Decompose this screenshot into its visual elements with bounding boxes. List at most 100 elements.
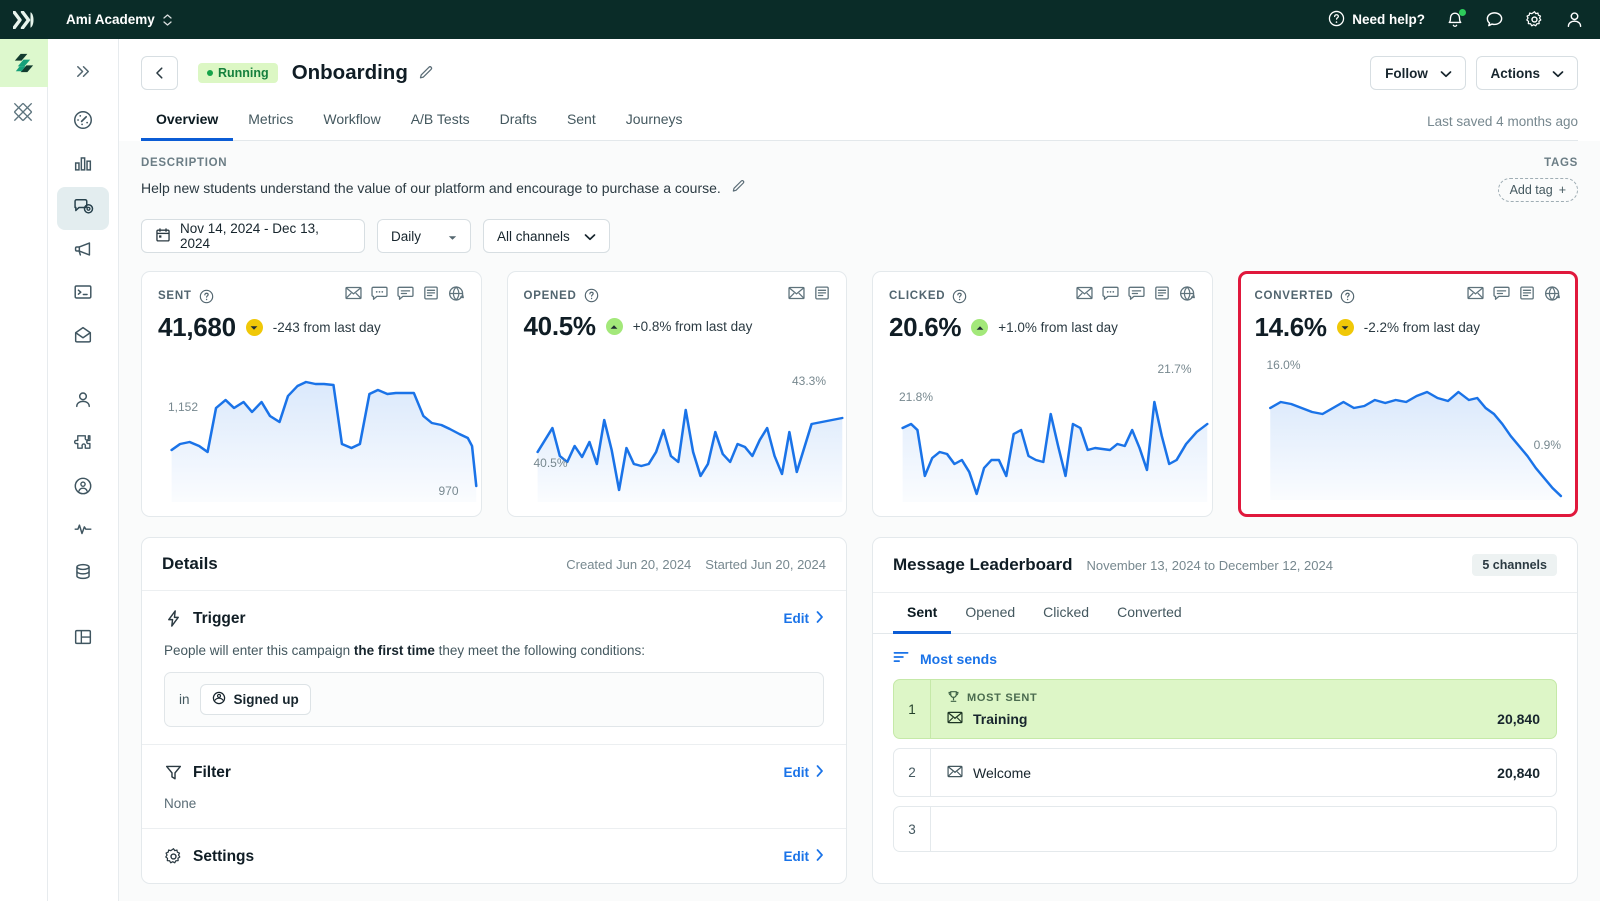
leaderboard-row-2[interactable]: 2 Welcome 20,840 xyxy=(893,748,1557,797)
date-range-picker[interactable]: Nov 14, 2024 - Dec 13, 2024 xyxy=(141,219,365,253)
tab-workflow[interactable]: Workflow xyxy=(308,104,395,141)
calendar-icon xyxy=(155,227,171,246)
user-icon[interactable] xyxy=(1565,10,1584,29)
leaderboard-tab-clicked[interactable]: Clicked xyxy=(1029,593,1103,634)
help-circle-icon[interactable] xyxy=(1340,289,1355,304)
email-icon xyxy=(344,286,362,306)
leaderboard-tab-converted[interactable]: Converted xyxy=(1103,593,1196,634)
tab-bar: Overview Metrics Workflow A/B Tests Draf… xyxy=(141,104,1578,141)
leaderboard-row-1[interactable]: 1 MOST SENT Training 20,840 xyxy=(893,679,1557,739)
date-range-value: Nov 14, 2024 - Dec 13, 2024 xyxy=(180,221,319,251)
description-label: DESCRIPTION xyxy=(141,157,228,169)
back-button[interactable] xyxy=(141,56,178,90)
layout-icon xyxy=(72,626,94,653)
filter-bar: Nov 14, 2024 - Dec 13, 2024 Daily All ch… xyxy=(141,219,1578,253)
trigger-condition-box: in Signed up xyxy=(164,672,824,727)
sparkline-start-label: 40.5% xyxy=(533,456,568,470)
tab-overview[interactable]: Overview xyxy=(141,104,234,141)
trigger-condition-prefix: in xyxy=(179,692,190,707)
in-app-icon xyxy=(423,286,439,306)
row-name: Welcome xyxy=(973,764,1032,781)
sidebar-item-data-sources[interactable] xyxy=(57,553,109,596)
help-circle-icon[interactable] xyxy=(952,289,967,304)
leaderboard-tab-opened[interactable]: Opened xyxy=(951,593,1029,634)
settings-section: Settings Edit xyxy=(142,829,846,883)
plus-icon: + xyxy=(1558,183,1566,197)
sparkline-sent: 1,152 970 xyxy=(142,352,481,502)
tab-sent[interactable]: Sent xyxy=(552,104,611,141)
details-started: Started Jun 20, 2024 xyxy=(705,556,826,572)
tab-ab-tests[interactable]: A/B Tests xyxy=(396,104,485,141)
email-icon xyxy=(1467,286,1484,306)
bell-icon[interactable] xyxy=(1446,9,1466,29)
leaderboard-sort-button[interactable]: Most sends xyxy=(873,634,1577,679)
sidebar-item-inbox[interactable] xyxy=(57,316,109,359)
edit-trigger-link[interactable]: Edit xyxy=(784,611,825,626)
channel-icons xyxy=(788,286,830,305)
trigger-body: People will enter this campaign the firs… xyxy=(164,643,824,658)
push-icon xyxy=(1493,286,1510,306)
channel-select[interactable]: All channels xyxy=(483,219,610,253)
filter-value: None xyxy=(164,796,197,811)
settings-title: Settings xyxy=(193,847,255,865)
metric-card-sent[interactable]: SENT 41,680 -243 from last day 1,152 970 xyxy=(141,271,482,517)
metric-card-clicked[interactable]: CLICKED 20.6% +1.0% from last day 21.8% … xyxy=(872,271,1213,517)
gauge-icon xyxy=(72,109,94,136)
edit-description-pencil-icon[interactable] xyxy=(731,179,746,197)
metric-delta: -2.2% from last day xyxy=(1363,320,1481,335)
sidebar-item-analytics[interactable] xyxy=(57,144,109,187)
brand-logo[interactable] xyxy=(0,0,48,39)
metric-label: CLICKED xyxy=(889,290,946,302)
sparkline-clicked: 21.8% 21.7% xyxy=(873,352,1212,502)
sidebar-item-integrations[interactable] xyxy=(57,424,109,467)
chat-icon[interactable] xyxy=(1485,10,1504,29)
row-badge: MOST SENT xyxy=(967,692,1038,704)
workspace-switcher[interactable]: Ami Academy xyxy=(66,12,172,27)
row-rank: 3 xyxy=(908,821,916,837)
metric-delta: +0.8% from last day xyxy=(632,319,753,334)
actions-button[interactable]: Actions xyxy=(1476,56,1578,90)
help-circle-icon[interactable] xyxy=(199,289,214,304)
leaderboard-row-3[interactable]: 3 xyxy=(893,806,1557,852)
row-rank: 1 xyxy=(908,701,916,717)
tab-drafts[interactable]: Drafts xyxy=(485,104,552,141)
sort-icon xyxy=(893,650,910,667)
bar-chart-icon xyxy=(72,152,94,179)
follow-button[interactable]: Follow xyxy=(1370,56,1467,90)
granularity-select[interactable]: Daily xyxy=(377,219,471,253)
sidebar-item-broadcasts[interactable] xyxy=(57,230,109,273)
sidebar-item-campaigns[interactable] xyxy=(57,187,109,230)
metric-card-converted[interactable]: CONVERTED 14.6% -2.2% from last day 16.0… xyxy=(1237,271,1578,517)
add-tag-button[interactable]: Add tag + xyxy=(1497,178,1578,202)
email-icon xyxy=(1075,286,1093,306)
chevron-down-icon xyxy=(1552,66,1564,81)
question-circle-icon xyxy=(1328,10,1345,30)
app-tile-data[interactable] xyxy=(0,87,48,135)
help-circle-icon[interactable] xyxy=(584,288,599,303)
trigger-body-suffix: they meet the following conditions: xyxy=(434,643,645,658)
edit-settings-link[interactable]: Edit xyxy=(784,849,825,864)
sidebar-item-content[interactable] xyxy=(57,618,109,661)
gear-icon[interactable] xyxy=(1525,10,1544,29)
sidebar-item-dashboard[interactable] xyxy=(57,101,109,144)
leaderboard-tab-sent[interactable]: Sent xyxy=(893,593,952,634)
sidebar-item-people[interactable] xyxy=(57,381,109,424)
need-help-button[interactable]: Need help? xyxy=(1328,10,1425,30)
sidebar-item-activity[interactable] xyxy=(57,510,109,553)
details-title: Details xyxy=(162,554,218,573)
metric-card-opened[interactable]: OPENED 40.5% +0.8% from last day 40.5% 4… xyxy=(506,271,847,517)
puzzle-icon xyxy=(72,432,94,459)
trigger-condition-chip[interactable]: Signed up xyxy=(199,684,311,715)
edit-filter-link[interactable]: Edit xyxy=(784,765,825,780)
terminal-icon xyxy=(72,281,94,308)
row-rank: 2 xyxy=(908,765,916,780)
expand-sidebar-button[interactable] xyxy=(61,49,105,93)
tab-journeys[interactable]: Journeys xyxy=(611,104,698,141)
sidebar-item-segments[interactable] xyxy=(57,467,109,510)
edit-title-pencil-icon[interactable] xyxy=(418,65,434,81)
trend-up-icon xyxy=(605,318,623,335)
app-tile-journeys[interactable] xyxy=(0,39,48,87)
tab-metrics[interactable]: Metrics xyxy=(233,104,308,141)
sparkline-end-label: 970 xyxy=(438,484,459,498)
sidebar-item-api[interactable] xyxy=(57,273,109,316)
